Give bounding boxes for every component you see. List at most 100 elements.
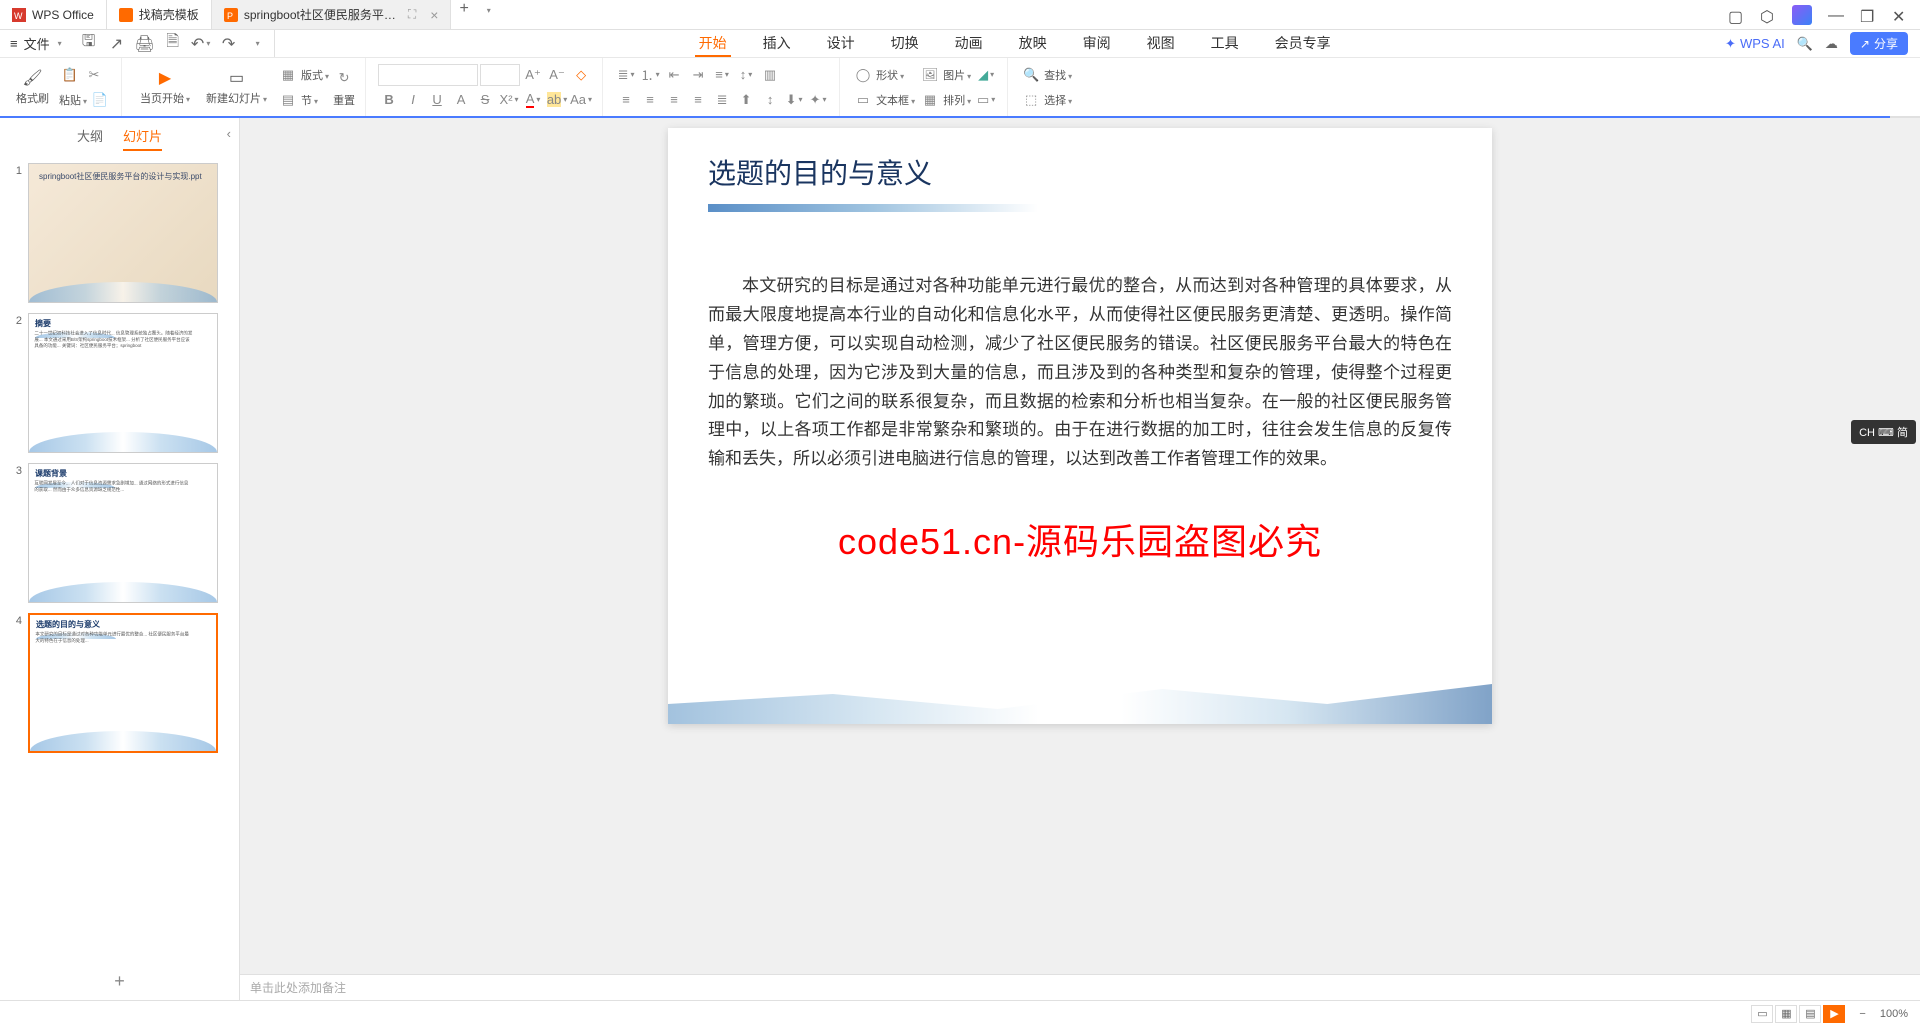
thumbnail-3[interactable]: 课题背景 互联网发展至今... 人们对于信息资源需求急剧增加... 通过网络的形… bbox=[28, 463, 218, 603]
close-icon[interactable]: × bbox=[430, 7, 438, 23]
menu-start[interactable]: 开始 bbox=[695, 31, 731, 57]
increase-font-icon[interactable]: A⁺ bbox=[522, 64, 544, 86]
view-reading-icon[interactable]: ▤ bbox=[1799, 1005, 1821, 1023]
text-direction-icon[interactable]: ↕▾ bbox=[735, 64, 757, 86]
tab-outline[interactable]: 大纲 bbox=[77, 126, 103, 151]
layout-icon[interactable]: ▦ bbox=[277, 64, 299, 86]
view-slideshow-icon[interactable]: ▶ bbox=[1823, 1005, 1845, 1023]
file-menu[interactable]: ≡ 文件 ▾ bbox=[0, 34, 72, 53]
cloud-icon[interactable]: ☁ bbox=[1825, 36, 1838, 52]
customize-qat-icon[interactable]: ▾ bbox=[248, 35, 266, 53]
tab-menu-button[interactable]: ▾ bbox=[477, 0, 499, 29]
tab-wps-office[interactable]: W WPS Office bbox=[0, 0, 107, 29]
slide-body[interactable]: 本文研究的目标是通过对各种功能单元进行最优的整合，从而达到对各种管理的具体要求，… bbox=[708, 272, 1452, 474]
bold-icon[interactable]: B bbox=[378, 89, 400, 111]
arrange-button[interactable]: 排列▾ bbox=[943, 92, 971, 108]
minimize-icon[interactable]: — bbox=[1828, 7, 1844, 23]
font-size-select[interactable] bbox=[480, 64, 520, 86]
find-button[interactable]: 查找▾ bbox=[1044, 67, 1072, 83]
notes-placeholder[interactable]: 单击此处添加备注 bbox=[240, 974, 1920, 1000]
zoom-level[interactable]: 100% bbox=[1880, 1008, 1908, 1020]
maximize-icon[interactable]: ❐ bbox=[1860, 7, 1876, 23]
export-icon[interactable]: ↗ bbox=[108, 35, 126, 53]
section-button[interactable]: 节▾ bbox=[301, 92, 318, 108]
distribute-icon[interactable]: ≣ bbox=[711, 89, 733, 111]
outline-icon[interactable]: ▭▾ bbox=[975, 89, 997, 111]
slide-title[interactable]: 选题的目的与意义 bbox=[708, 152, 1452, 192]
font-family-select[interactable] bbox=[378, 64, 478, 86]
columns-icon[interactable]: ▥ bbox=[759, 64, 781, 86]
slide[interactable]: 选题的目的与意义 本文研究的目标是通过对各种功能单元进行最优的整合，从而达到对各… bbox=[668, 128, 1492, 724]
canvas-area[interactable]: 选题的目的与意义 本文研究的目标是通过对各种功能单元进行最优的整合，从而达到对各… bbox=[240, 118, 1920, 1000]
menu-member[interactable]: 会员专享 bbox=[1271, 31, 1335, 57]
bullets-icon[interactable]: ≣▾ bbox=[615, 64, 637, 86]
numbering-icon[interactable]: ⒈▾ bbox=[639, 64, 661, 86]
share-button[interactable]: ↗ 分享 bbox=[1850, 32, 1908, 55]
undo-icon[interactable]: ↶▾ bbox=[192, 35, 210, 53]
add-tab-button[interactable]: + bbox=[451, 0, 476, 29]
valign-mid-icon[interactable]: ↕ bbox=[759, 89, 781, 111]
tab-document[interactable]: P springboot社区便民服务平… ⛶ × bbox=[212, 0, 452, 29]
menu-review[interactable]: 审阅 bbox=[1079, 31, 1115, 57]
window-detach-icon[interactable]: ▢ bbox=[1728, 7, 1744, 23]
reset-icon[interactable]: ↻ bbox=[333, 67, 355, 89]
fill-icon[interactable]: ◢▾ bbox=[975, 64, 997, 86]
paste-button[interactable]: 粘贴▾ bbox=[59, 92, 87, 108]
shape-button[interactable]: 形状▾ bbox=[876, 67, 904, 83]
save-icon[interactable]: 🖫 bbox=[80, 35, 98, 53]
select-button[interactable]: 选择▾ bbox=[1044, 92, 1072, 108]
start-from-current-button[interactable]: ▶当页开始▾ bbox=[134, 68, 196, 106]
cube-icon[interactable]: ⬡ bbox=[1760, 7, 1776, 23]
menu-insert[interactable]: 插入 bbox=[759, 31, 795, 57]
align-center-icon[interactable]: ≡ bbox=[639, 89, 661, 111]
align-left-icon[interactable]: ≡ bbox=[615, 89, 637, 111]
font-color-icon[interactable]: A▾ bbox=[522, 89, 544, 111]
textbox-button[interactable]: 文本框▾ bbox=[876, 92, 915, 108]
menu-tools[interactable]: 工具 bbox=[1207, 31, 1243, 57]
tab-expand-icon[interactable]: ⛶ bbox=[408, 7, 416, 22]
menu-slideshow[interactable]: 放映 bbox=[1015, 31, 1051, 57]
add-slide-button[interactable]: + bbox=[0, 963, 239, 1000]
ime-badge[interactable]: CH ⌨ 简 bbox=[1851, 420, 1916, 444]
print-preview-icon[interactable]: 🗎 bbox=[164, 35, 182, 53]
view-sorter-icon[interactable]: ▦ bbox=[1775, 1005, 1797, 1023]
indent-inc-icon[interactable]: ⇥ bbox=[687, 64, 709, 86]
avatar[interactable] bbox=[1792, 5, 1812, 25]
wps-ai-button[interactable]: ✦ WPS AI bbox=[1725, 36, 1785, 52]
italic-icon[interactable]: I bbox=[402, 89, 424, 111]
cut-icon[interactable]: ✂ bbox=[83, 64, 105, 86]
shadow-icon[interactable]: A bbox=[450, 89, 472, 111]
tab-template[interactable]: 找稿壳模板 bbox=[107, 0, 212, 29]
print-icon[interactable]: 🖨 bbox=[136, 35, 154, 53]
menu-design[interactable]: 设计 bbox=[823, 31, 859, 57]
copy-icon[interactable]: 📋 bbox=[59, 64, 81, 86]
underline-icon[interactable]: U bbox=[426, 89, 448, 111]
thumbnail-2[interactable]: 摘要 二十一世纪初科技社会进入了信息时代... 信息管理系统独占鳌头。随着经济的… bbox=[28, 313, 218, 453]
valign-bot-icon[interactable]: ⬇▾ bbox=[783, 89, 805, 111]
strike-icon[interactable]: S bbox=[474, 89, 496, 111]
valign-top-icon[interactable]: ⬆ bbox=[735, 89, 757, 111]
change-case-icon[interactable]: Aa▾ bbox=[570, 89, 592, 111]
clipboard-icon[interactable]: 📄 bbox=[89, 89, 111, 111]
picture-button[interactable]: 图片▾ bbox=[943, 67, 971, 83]
new-slide-button[interactable]: ▭新建幻灯片▾ bbox=[200, 68, 273, 106]
align-right-icon[interactable]: ≡ bbox=[663, 89, 685, 111]
highlight-icon[interactable]: ab▾ bbox=[546, 89, 568, 111]
layout-button[interactable]: 版式▾ bbox=[301, 67, 329, 83]
format-brush-button[interactable]: 🖌格式刷 bbox=[10, 68, 55, 106]
convert-icon[interactable]: ✦▾ bbox=[807, 89, 829, 111]
align-justify-icon[interactable]: ≡ bbox=[687, 89, 709, 111]
view-normal-icon[interactable]: ▭ bbox=[1751, 1005, 1773, 1023]
decrease-font-icon[interactable]: A⁻ bbox=[546, 64, 568, 86]
collapse-sidebar-icon[interactable]: ‹ bbox=[227, 126, 231, 141]
thumbnail-1[interactable]: springboot社区便民服务平台的设计与实现.ppt bbox=[28, 163, 218, 303]
close-window-icon[interactable]: ✕ bbox=[1892, 7, 1908, 23]
indent-dec-icon[interactable]: ⇤ bbox=[663, 64, 685, 86]
zoom-out-icon[interactable]: − bbox=[1859, 1008, 1865, 1020]
search-icon[interactable]: 🔍 bbox=[1797, 36, 1813, 52]
menu-view[interactable]: 视图 bbox=[1143, 31, 1179, 57]
superscript-icon[interactable]: X²▾ bbox=[498, 89, 520, 111]
line-spacing-icon[interactable]: ≡▾ bbox=[711, 64, 733, 86]
thumbnail-4[interactable]: 选题的目的与意义 本文研究的目标是通过对各种功能单元进行最优的整合... 社区便… bbox=[28, 613, 218, 753]
menu-animation[interactable]: 动画 bbox=[951, 31, 987, 57]
